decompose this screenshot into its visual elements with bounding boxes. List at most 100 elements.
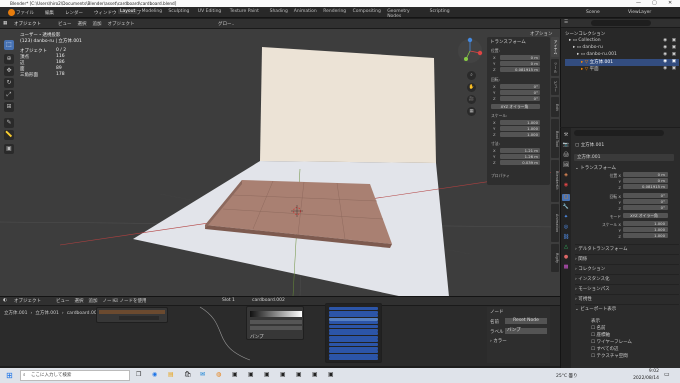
node-menu-row[interactable] — [329, 346, 378, 350]
color-ramp-node[interactable]: バンプ — [246, 306, 304, 340]
workspace-tab-3[interactable]: UV Editing — [196, 9, 223, 14]
node-menu-row[interactable] — [329, 339, 378, 343]
orientation-selector[interactable]: グロー.. — [218, 21, 234, 27]
display-option[interactable]: ☐ 名前 — [591, 325, 679, 332]
node-menu-row[interactable] — [329, 321, 378, 325]
menu-item-2[interactable]: レンダー — [65, 10, 83, 16]
property-section[interactable]: ⌄ ビューポート表示 — [575, 304, 679, 314]
maximize-icon[interactable]: ▢ — [652, 0, 657, 6]
visibility-eye-icon[interactable]: ◉ — [663, 52, 667, 57]
rotation-z-field[interactable]: 0° — [500, 96, 540, 101]
workspace-tab-5[interactable]: Shading — [268, 9, 290, 14]
outliner-search-input[interactable] — [591, 20, 651, 26]
property-section[interactable]: › デルタトランスフォーム — [575, 244, 679, 254]
outliner-item[interactable]: ▸ ▽ 立方体.001 ◉ ▣ — [565, 59, 679, 66]
node-menu-row[interactable] — [329, 328, 378, 332]
use-nodes-checkbox[interactable]: ☑ ノードを使用 — [114, 298, 146, 304]
pan-hand-icon[interactable]: ✋ — [467, 83, 476, 92]
transform-section-header[interactable]: ⌄ トランスフォーム — [575, 165, 616, 171]
visibility-eye-icon[interactable]: ◉ — [663, 38, 667, 43]
sidebar-tab-3[interactable]: Edit — [551, 97, 559, 118]
workspace-tab-9[interactable]: Geometry Nodes — [385, 9, 422, 19]
modifier-tab-icon[interactable]: 🔧 — [562, 204, 570, 211]
sidebar-tab-7[interactable]: Rigify — [551, 244, 559, 272]
edge-icon[interactable]: ◉ — [152, 371, 157, 378]
notification-icon[interactable]: ▭ — [664, 371, 670, 378]
object-tab-icon[interactable]: ▢ — [562, 194, 570, 201]
scale-z-field[interactable]: 1.000 — [500, 132, 540, 137]
task-view-icon[interactable]: ❐ — [136, 371, 141, 378]
visibility-eye-icon[interactable]: ◉ — [663, 66, 667, 71]
node-menu-row[interactable] — [329, 314, 378, 318]
scene-tab-icon[interactable]: ◈ — [562, 172, 570, 179]
render-tab-icon[interactable]: 📷 — [562, 142, 570, 149]
node-menu-row[interactable] — [329, 317, 378, 321]
location-x-field[interactable]: 0 m — [500, 55, 540, 60]
explorer-icon[interactable]: ▤ — [168, 371, 174, 378]
node-menu-1[interactable]: 選択 — [75, 298, 84, 304]
dimensions-z-field[interactable]: 0.039 m — [500, 160, 540, 165]
cursor-tool-icon[interactable]: ⊕ — [4, 54, 14, 64]
workspace-tab-10[interactable]: Scripting — [428, 9, 452, 14]
visibility-eye-icon[interactable]: ◉ — [663, 59, 667, 64]
annotate-tool-icon[interactable]: ✎ — [4, 118, 14, 128]
property-section[interactable]: › 関係 — [575, 254, 679, 264]
sidebar-tab-2[interactable]: ビュー — [551, 78, 559, 95]
sidebar-tab-5[interactable]: BlenderKit — [551, 159, 559, 202]
app-icon-5[interactable]: ▣ — [296, 371, 302, 378]
workspace-tab-0[interactable]: Layout — [118, 9, 138, 14]
node-menu-row[interactable] — [329, 353, 378, 357]
viewport-menu-2[interactable]: 追加 — [93, 21, 102, 27]
outliner-item[interactable]: ▸ ▭ danbo-ru.001 ◉ ▣ — [565, 52, 679, 59]
node-menu-row[interactable] — [329, 332, 378, 336]
outliner-item[interactable]: ▸ ▽ 平面 ◉ ▣ — [565, 66, 679, 73]
scale-tool-icon[interactable]: ⤢ — [4, 90, 14, 100]
node-menu-2[interactable]: 追加 — [89, 298, 98, 304]
rotate-tool-icon[interactable]: ↻ — [4, 78, 14, 88]
node-menu-row[interactable] — [329, 343, 378, 346]
render-camera-icon[interactable]: ▣ — [672, 38, 676, 43]
scene-selector[interactable]: Scene — [586, 10, 600, 15]
material-selector[interactable]: cardboard.002 — [252, 298, 285, 303]
workspace-tab-2[interactable]: Sculpting — [166, 9, 191, 14]
outliner-editor-icon[interactable]: ☰ — [564, 20, 568, 25]
object-name-field[interactable]: 立方体.001 — [574, 154, 674, 161]
viewport-menu-3[interactable]: オブジェクト — [108, 21, 135, 27]
location-z-field[interactable]: 0.081915 m — [500, 67, 540, 72]
material-tab-icon[interactable]: ● — [562, 254, 570, 261]
sidebar-tab-0[interactable]: アイテム — [551, 37, 559, 58]
node-mode-selector[interactable]: オブジェクト — [14, 298, 41, 304]
clock-time[interactable]: 9:02 — [614, 369, 659, 374]
ramp-field-2[interactable] — [250, 326, 302, 330]
ramp-gradient[interactable] — [250, 311, 302, 317]
display-option[interactable]: ☐ すべての辺 — [591, 346, 679, 353]
shader-node-editor[interactable]: ◐ オブジェクト ビュー 選択 追加 ノード ☑ ノードを使用 Slot 1 card… — [0, 296, 560, 366]
prop-location-x[interactable]: 0 m — [623, 172, 668, 177]
display-option[interactable]: ☐ テクスチャ空間 — [591, 353, 679, 360]
prop-rotation-x[interactable]: 0° — [623, 193, 668, 198]
particles-tab-icon[interactable]: ✦ — [562, 214, 570, 221]
display-option[interactable]: ☐ ワイヤーフレーム — [591, 339, 679, 346]
menu-item-1[interactable]: 編集 — [45, 10, 54, 16]
property-section[interactable]: › コレクション — [575, 264, 679, 274]
view-layer-selector[interactable]: ViewLayer — [628, 10, 651, 15]
prop-rotation-mode-select[interactable]: XYZ オイラー角 — [623, 213, 668, 218]
3d-viewport[interactable]: ▦ オブジェクト ビュー 選択 追加 オブジェクト グロー.. オプション ユー… — [0, 19, 560, 296]
select-box-tool-icon[interactable]: ⬚ — [4, 40, 14, 50]
node-menu-row[interactable] — [329, 335, 378, 339]
render-camera-icon[interactable]: ▣ — [672, 45, 676, 50]
visibility-eye-icon[interactable]: ◉ — [663, 45, 667, 50]
app-icon-7[interactable]: ▣ — [328, 371, 334, 378]
weather-widget[interactable]: 25°C 曇り — [556, 373, 578, 379]
node-menu-row[interactable] — [329, 350, 378, 354]
rotation-x-field[interactable]: 0° — [500, 84, 540, 89]
viewport-menu-0[interactable]: ビュー — [58, 21, 72, 27]
property-section[interactable]: › モーションパス — [575, 284, 679, 294]
sidebar-tab-4[interactable]: Bool Tool — [551, 119, 559, 158]
color-subpanel[interactable]: › カラー — [490, 338, 507, 344]
location-y-field[interactable]: 0 m — [500, 61, 540, 66]
world-tab-icon[interactable]: ◉ — [562, 182, 570, 189]
mode-selector[interactable]: オブジェクト — [14, 21, 41, 27]
render-camera-icon[interactable]: ▣ — [672, 66, 676, 71]
measure-tool-icon[interactable]: 📏 — [4, 130, 14, 140]
